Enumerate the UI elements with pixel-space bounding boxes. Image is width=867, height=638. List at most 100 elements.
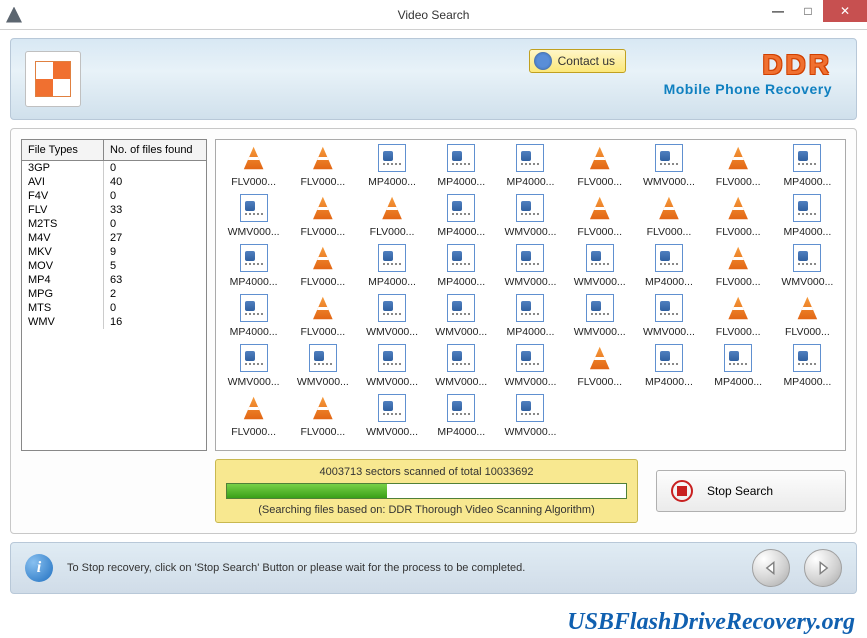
contact-avatar-icon (534, 52, 552, 70)
file-item[interactable]: MP4000... (774, 344, 841, 388)
table-row[interactable]: MPG2 (22, 287, 206, 301)
table-row[interactable]: M4V27 (22, 231, 206, 245)
file-item[interactable]: WMV000... (358, 394, 425, 438)
file-item[interactable]: FLV000... (566, 194, 633, 238)
file-item[interactable]: WMV000... (566, 294, 633, 338)
file-item[interactable]: FLV000... (635, 194, 702, 238)
file-item[interactable]: MP4000... (358, 244, 425, 288)
file-label: FLV000... (358, 226, 425, 238)
file-item[interactable]: MP4000... (705, 344, 772, 388)
file-types-header: File Types No. of files found (22, 140, 206, 161)
file-item[interactable]: FLV000... (289, 144, 356, 188)
file-item[interactable]: MP4000... (220, 244, 287, 288)
video-file-icon (793, 244, 821, 272)
file-item[interactable]: MP4000... (428, 144, 495, 188)
file-item[interactable]: MP4000... (220, 294, 287, 338)
file-item[interactable]: MP4000... (635, 244, 702, 288)
file-label: FLV000... (705, 326, 772, 338)
file-item[interactable]: MP4000... (774, 144, 841, 188)
file-item[interactable]: WMV000... (497, 394, 564, 438)
file-label: FLV000... (289, 276, 356, 288)
file-label: WMV000... (497, 226, 564, 238)
video-file-icon (240, 344, 268, 372)
table-row[interactable]: MOV5 (22, 259, 206, 273)
file-types-header-type[interactable]: File Types (22, 140, 104, 161)
file-label: FLV000... (705, 176, 772, 188)
video-file-icon (309, 344, 337, 372)
file-count-cell: 16 (104, 315, 206, 329)
file-item[interactable]: WMV000... (774, 244, 841, 288)
file-item[interactable]: WMV000... (428, 344, 495, 388)
file-item[interactable]: FLV000... (566, 344, 633, 388)
video-file-icon (516, 194, 544, 222)
file-item[interactable]: FLV000... (705, 294, 772, 338)
maximize-button[interactable]: □ (793, 0, 823, 22)
file-item[interactable]: FLV000... (705, 194, 772, 238)
file-item[interactable]: WMV000... (358, 294, 425, 338)
file-item[interactable]: FLV000... (705, 244, 772, 288)
file-item[interactable]: MP4000... (428, 194, 495, 238)
file-label: WMV000... (566, 276, 633, 288)
file-item[interactable]: FLV000... (289, 194, 356, 238)
contact-us-button[interactable]: Contact us (529, 49, 626, 73)
file-item[interactable]: WMV000... (497, 194, 564, 238)
table-row[interactable]: MP463 (22, 273, 206, 287)
file-item[interactable]: MP4000... (428, 394, 495, 438)
file-type-cell: MOV (22, 259, 104, 273)
file-item[interactable]: WMV000... (635, 144, 702, 188)
table-row[interactable]: WMV16 (22, 315, 206, 329)
file-item[interactable]: FLV000... (566, 144, 633, 188)
table-row[interactable]: F4V0 (22, 189, 206, 203)
file-item[interactable]: MP4000... (358, 144, 425, 188)
file-item[interactable]: FLV000... (220, 394, 287, 438)
file-label: MP4000... (497, 326, 564, 338)
next-button[interactable] (804, 549, 842, 587)
footer-bar: i To Stop recovery, click on 'Stop Searc… (10, 542, 857, 594)
file-item[interactable]: WMV000... (289, 344, 356, 388)
stop-search-button[interactable]: Stop Search (656, 470, 846, 512)
table-row[interactable]: 3GP0 (22, 161, 206, 175)
file-label: FLV000... (566, 376, 633, 388)
file-item[interactable]: MP4000... (635, 344, 702, 388)
header-banner: Contact us DDR Mobile Phone Recovery (10, 38, 857, 120)
file-item[interactable]: FLV000... (774, 294, 841, 338)
file-item[interactable]: FLV000... (289, 244, 356, 288)
file-item[interactable]: FLV000... (289, 394, 356, 438)
file-item[interactable]: MP4000... (428, 244, 495, 288)
close-button[interactable]: ✕ (823, 0, 867, 22)
table-row[interactable]: FLV33 (22, 203, 206, 217)
file-item[interactable]: FLV000... (289, 294, 356, 338)
vlc-cone-icon (309, 144, 337, 172)
minimize-button[interactable]: — (763, 0, 793, 22)
video-file-icon (516, 394, 544, 422)
file-item[interactable]: WMV000... (497, 244, 564, 288)
file-item[interactable]: MP4000... (497, 144, 564, 188)
file-item[interactable]: MP4000... (497, 294, 564, 338)
file-type-cell: AVI (22, 175, 104, 189)
file-item[interactable]: FLV000... (220, 144, 287, 188)
file-item[interactable]: WMV000... (566, 244, 633, 288)
table-row[interactable]: AVI40 (22, 175, 206, 189)
file-item[interactable]: MP4000... (774, 194, 841, 238)
file-item[interactable]: FLV000... (705, 144, 772, 188)
file-item[interactable]: WMV000... (497, 344, 564, 388)
file-item[interactable]: WMV000... (358, 344, 425, 388)
progress-bar (226, 483, 627, 499)
file-item[interactable]: WMV000... (635, 294, 702, 338)
file-label: WMV000... (566, 326, 633, 338)
file-item[interactable]: WMV000... (428, 294, 495, 338)
file-item[interactable]: WMV000... (220, 194, 287, 238)
file-item[interactable]: FLV000... (358, 194, 425, 238)
content-top: File Types No. of files found 3GP0AVI40F… (21, 139, 846, 451)
file-label: FLV000... (635, 226, 702, 238)
table-row[interactable]: MKV9 (22, 245, 206, 259)
files-area[interactable]: FLV000...FLV000...MP4000...MP4000...MP40… (215, 139, 846, 451)
file-type-cell: MP4 (22, 273, 104, 287)
file-count-cell: 33 (104, 203, 206, 217)
table-row[interactable]: MTS0 (22, 301, 206, 315)
back-button[interactable] (752, 549, 790, 587)
file-label: FLV000... (566, 226, 633, 238)
file-item[interactable]: WMV000... (220, 344, 287, 388)
file-types-header-count[interactable]: No. of files found (104, 140, 206, 161)
table-row[interactable]: M2TS0 (22, 217, 206, 231)
